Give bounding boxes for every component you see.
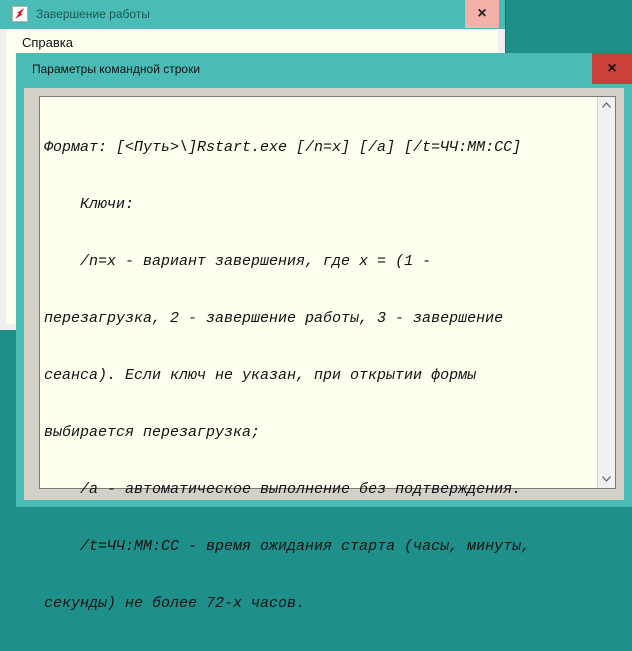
help-text-line: /n=x - вариант завершения, где x = (1 - bbox=[44, 253, 432, 270]
help-text-line: сеанса). Если ключ не указан, при открыт… bbox=[44, 367, 477, 384]
help-text-memo[interactable]: Формат: [<Путь>\]Rstart.exe [/n=x] [/a] … bbox=[39, 96, 616, 612]
scrollbar-track[interactable] bbox=[598, 114, 615, 471]
menu-item-help[interactable]: Справка bbox=[22, 35, 73, 50]
help-text-line: /a - автоматическое выполнение без подтв… bbox=[44, 481, 522, 498]
dialog-title: Параметры командной строки bbox=[32, 62, 201, 76]
background-window-title: Завершение работы bbox=[36, 7, 150, 21]
menu-bar: Справка bbox=[6, 30, 498, 54]
help-text: Формат: [<Путь>\]Rstart.exe [/n=x] [/a] … bbox=[44, 100, 596, 651]
power-off-icon bbox=[12, 6, 28, 22]
dialog-client-area: Формат: [<Путь>\]Rstart.exe [/n=x] [/a] … bbox=[24, 88, 624, 612]
background-close-button[interactable]: × bbox=[465, 0, 499, 28]
background-window-titlebar[interactable]: Завершение работы × bbox=[0, 0, 505, 29]
vertical-scrollbar[interactable] bbox=[597, 97, 615, 488]
arrow-down-icon[interactable] bbox=[598, 471, 615, 488]
help-text-line: Формат: [<Путь>\]Rstart.exe [/n=x] [/a] … bbox=[44, 139, 522, 156]
help-text-line: выбирается перезагрузка; bbox=[44, 424, 261, 441]
help-text-line: секунды) не более 72-х часов. bbox=[44, 595, 306, 612]
command-line-params-dialog: Параметры командной строки × Формат: [<П… bbox=[16, 53, 632, 612]
arrow-up-icon[interactable] bbox=[598, 97, 615, 114]
dialog-titlebar[interactable]: Параметры командной строки × bbox=[16, 53, 632, 87]
help-text-line: /t=ЧЧ:ММ:СС - время ожидания старта (час… bbox=[44, 538, 531, 555]
help-text-line: перезагрузка, 2 - завершение работы, 3 -… bbox=[44, 310, 504, 327]
dialog-close-button[interactable]: × bbox=[592, 53, 632, 84]
help-text-line: Ключи: bbox=[44, 196, 135, 213]
